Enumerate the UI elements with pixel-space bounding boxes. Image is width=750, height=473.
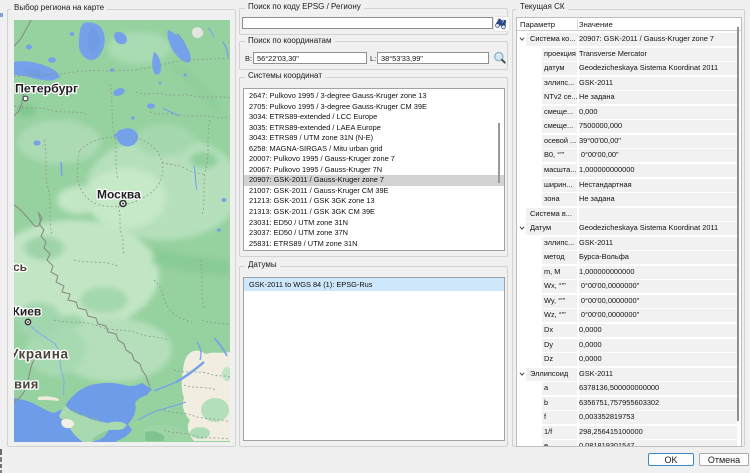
svg-text:Киев: Киев <box>14 305 41 319</box>
svg-text:Москва: Москва <box>97 188 141 202</box>
svg-text:Петербург: Петербург <box>15 82 78 96</box>
svg-text:Украина: Украина <box>14 347 69 362</box>
svg-text:вия: вия <box>14 377 39 392</box>
svg-text:сь: сь <box>14 260 27 274</box>
